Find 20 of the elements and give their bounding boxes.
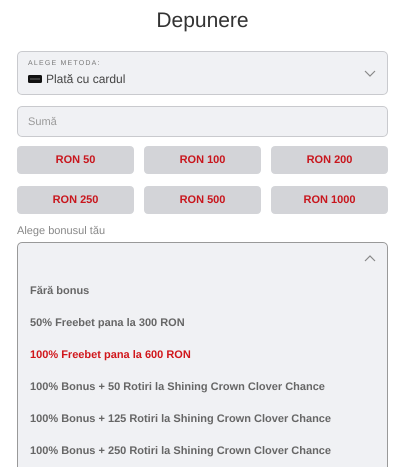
amount-button[interactable]: RON 1000 [271, 186, 388, 214]
amount-button[interactable]: RON 100 [144, 146, 261, 174]
amount-button[interactable]: RON 200 [271, 146, 388, 174]
bonus-option[interactable]: 100% Bonus + 125 Rotiri la Shining Crown Clover Chance [30, 413, 332, 425]
amount-button[interactable]: RON 250 [17, 186, 134, 214]
bonus-option[interactable]: 100% Bonus + 250 Rotiri la Shining Crown Clover Chance [30, 445, 332, 457]
chevron-up-icon [364, 254, 376, 262]
chevron-down-icon [364, 70, 376, 77]
amount-field[interactable]: Sumă [17, 106, 388, 137]
bonus-dropdown[interactable] [17, 242, 388, 467]
bonus-label: Alege bonusul tău [17, 225, 106, 237]
bonus-option[interactable]: 100% Bonus + 50 Rotiri la Shining Crown Clover Chance [30, 381, 325, 393]
select-value: Plată cu cardul [46, 72, 126, 86]
bonus-option[interactable]: 100% Freebet pana la 600 RON [30, 349, 191, 361]
card-icon [28, 75, 42, 83]
page-title: Depunere [155, 8, 250, 34]
amount-button[interactable]: RON 50 [17, 146, 134, 174]
bonus-option[interactable]: 50% Freebet pana la 300 RON [30, 317, 185, 329]
bonus-option[interactable]: Fără bonus [30, 285, 90, 297]
amount-button[interactable]: RON 500 [144, 186, 261, 214]
